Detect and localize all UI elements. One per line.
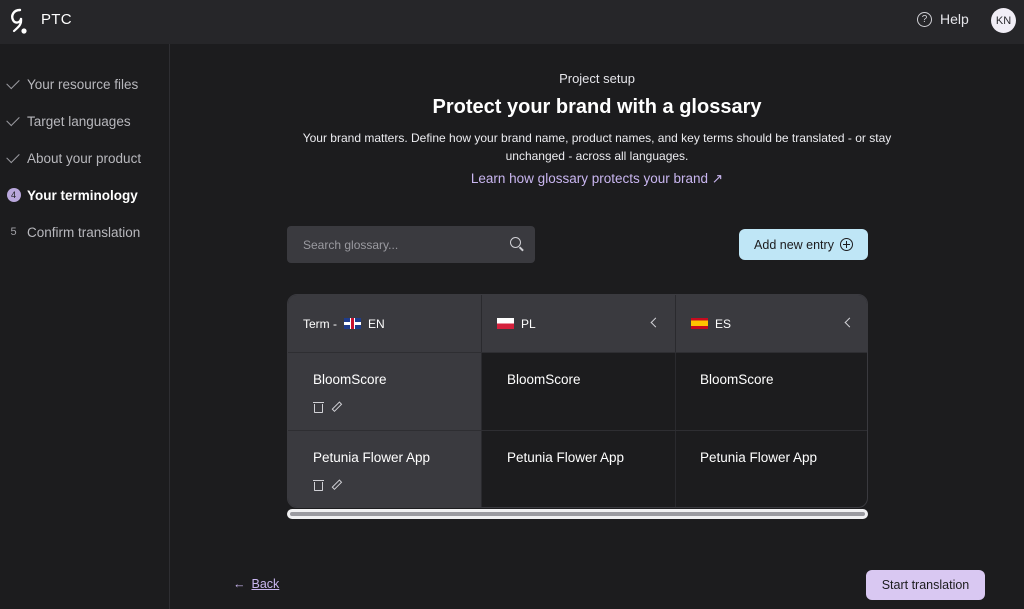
page-kicker: Project setup (559, 71, 635, 86)
step-number: 5 (10, 226, 17, 238)
plus-circle-icon (839, 238, 853, 251)
glossary-table: Term - EN PL ES BloomScore BloomScore Bl… (287, 294, 868, 508)
step-terminology[interactable]: 4 Your terminology (0, 185, 138, 205)
start-translation-button[interactable]: Start translation (866, 570, 985, 600)
step-label: Confirm translation (27, 224, 141, 240)
add-entry-label: Add new entry (754, 237, 834, 252)
step-label: About your product (27, 150, 142, 166)
header-es: ES (676, 295, 867, 352)
step-resource-files[interactable]: Your resource files (0, 74, 138, 94)
es-cell[interactable]: BloomScore (700, 372, 774, 387)
arrow-left-icon: ← (233, 577, 246, 591)
add-entry-button[interactable]: Add new entry (739, 229, 868, 260)
page-title: Protect your brand with a glossary (432, 96, 762, 118)
term-cell: Petunia Flower App (313, 450, 431, 465)
column-divider (675, 295, 676, 507)
chevron-left-icon[interactable] (844, 317, 855, 328)
language-code: PL (521, 316, 536, 331)
trash-icon[interactable] (313, 479, 324, 491)
language-code: EN (368, 316, 385, 331)
search-input[interactable] (287, 226, 535, 263)
back-label: Back (251, 577, 280, 591)
header-term-en: Term - EN (288, 295, 481, 352)
help-button[interactable]: ? Help (917, 11, 969, 27)
chevron-left-icon[interactable] (650, 317, 661, 328)
page-description: Your brand matters. Define how your bran… (302, 131, 892, 163)
step-label: Target languages (27, 113, 131, 129)
uk-flag-icon (344, 318, 361, 329)
help-label: Help (940, 11, 969, 27)
column-divider (481, 295, 482, 507)
pl-cell[interactable]: BloomScore (507, 372, 581, 387)
step-number-badge: 4 (6, 188, 21, 202)
pencil-icon[interactable] (331, 401, 343, 413)
pencil-icon[interactable] (331, 479, 343, 491)
row-actions (313, 479, 343, 491)
check-icon (5, 149, 20, 164)
header-pl: PL (482, 295, 675, 352)
step-about-product[interactable]: About your product (0, 148, 141, 168)
check-icon (5, 112, 20, 127)
pl-cell[interactable]: Petunia Flower App (507, 450, 624, 465)
row-divider (288, 430, 867, 431)
step-label: Your terminology (27, 187, 138, 203)
avatar[interactable]: KN (991, 8, 1016, 33)
top-bar: PTC ? Help KN (0, 0, 1024, 44)
table-horizontal-scrollbar[interactable] (287, 509, 868, 519)
back-link[interactable]: ← Back (233, 577, 279, 591)
check-icon (5, 75, 20, 90)
app-name: PTC (41, 11, 72, 28)
term-header-label: Term - (303, 316, 337, 331)
help-icon: ? (917, 11, 932, 27)
spain-flag-icon (691, 318, 708, 329)
poland-flag-icon (497, 318, 514, 329)
search-box (287, 226, 535, 263)
row-actions (313, 401, 343, 413)
trash-icon[interactable] (313, 401, 324, 413)
ptc-logo-icon[interactable] (8, 7, 30, 35)
search-icon[interactable] (510, 237, 521, 248)
step-confirm-translation[interactable]: 5 Confirm translation (0, 222, 140, 242)
es-cell[interactable]: Petunia Flower App (700, 450, 817, 465)
step-target-languages[interactable]: Target languages (0, 111, 131, 131)
row-divider (288, 352, 867, 353)
learn-more-link[interactable]: Learn how glossary protects your brand ↗ (170, 171, 1024, 187)
step-label: Your resource files (27, 76, 139, 92)
language-code: ES (715, 316, 732, 331)
setup-steps-sidebar: Your resource files Target languages Abo… (0, 44, 170, 609)
term-cell: BloomScore (313, 372, 387, 387)
scrollbar-thumb[interactable] (290, 512, 865, 516)
